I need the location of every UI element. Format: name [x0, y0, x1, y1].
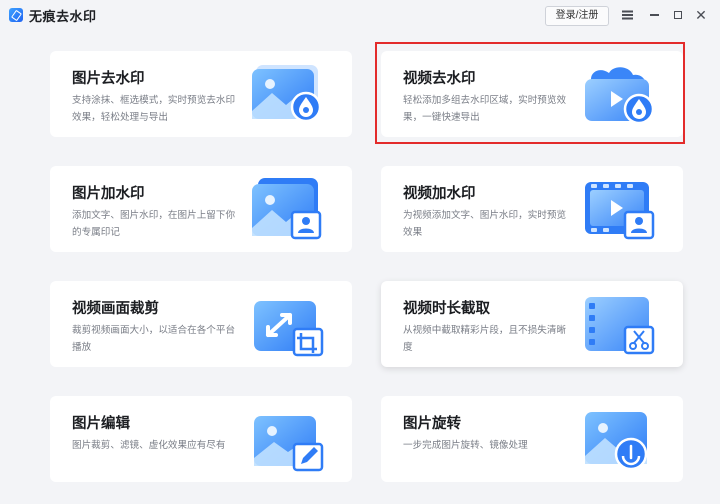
video-crop-icon	[254, 301, 324, 357]
app-logo-icon	[9, 8, 23, 22]
card-video-add-watermark[interactable]: 视频加水印 为视频添加文字、图片水印，实时预览效果	[381, 166, 683, 252]
card-image-remove-watermark[interactable]: 图片去水印 支持涂抹、框选模式，实时预览去水印效果，轻松处理与导出	[50, 51, 352, 137]
card-title: 视频画面裁剪	[72, 301, 159, 317]
card-image-rotate[interactable]: 图片旋转 一步完成图片旋转、镜像处理	[381, 396, 683, 482]
card-image-add-watermark[interactable]: 图片加水印 添加文字、图片水印，在图片上留下你的专属印记	[50, 166, 352, 252]
close-icon[interactable]: ✕	[692, 6, 710, 24]
card-title: 图片编辑	[72, 416, 130, 432]
title-bar: 无痕去水印 登录/注册 ✕	[0, 0, 720, 30]
card-description: 支持涂抹、框选模式，实时预览去水印效果，轻松处理与导出	[72, 95, 236, 123]
card-description: 从视频中截取精彩片段，且不损失清晰度	[403, 325, 567, 353]
image-add-watermark-icon	[252, 178, 322, 240]
card-video-trim[interactable]: 视频时长截取 从视频中截取精彩片段，且不损失清晰度	[381, 281, 683, 367]
image-remove-watermark-icon	[252, 65, 322, 123]
minimize-icon[interactable]	[645, 6, 663, 24]
video-trim-icon	[585, 297, 655, 355]
card-description: 添加文字、图片水印，在图片上留下你的专属印记	[72, 210, 236, 238]
image-rotate-icon	[585, 412, 648, 471]
highlight-selection-box	[375, 42, 685, 144]
maximize-icon[interactable]	[669, 6, 687, 24]
image-edit-icon	[254, 416, 324, 472]
app-title: 无痕去水印	[29, 9, 97, 24]
card-video-crop[interactable]: 视频画面裁剪 裁剪视频画面大小，以适合在各个平台播放	[50, 281, 352, 367]
card-description: 裁剪视频画面大小，以适合在各个平台播放	[72, 325, 236, 353]
card-description: 图片裁剪、滤镜、虚化效果应有尽有	[72, 440, 226, 451]
card-title: 图片旋转	[403, 416, 461, 432]
menu-icon[interactable]	[618, 6, 636, 24]
card-image-edit[interactable]: 图片编辑 图片裁剪、滤镜、虚化效果应有尽有	[50, 396, 352, 482]
card-title: 图片去水印	[72, 71, 145, 87]
card-title: 视频时长截取	[403, 301, 490, 317]
video-add-watermark-icon	[585, 182, 655, 240]
card-title: 图片加水印	[72, 186, 145, 202]
card-title: 视频加水印	[403, 186, 476, 202]
login-register-button[interactable]: 登录/注册	[545, 6, 609, 26]
card-description: 为视频添加文字、图片水印，实时预览效果	[403, 210, 567, 238]
card-description: 一步完成图片旋转、镜像处理	[403, 440, 528, 451]
